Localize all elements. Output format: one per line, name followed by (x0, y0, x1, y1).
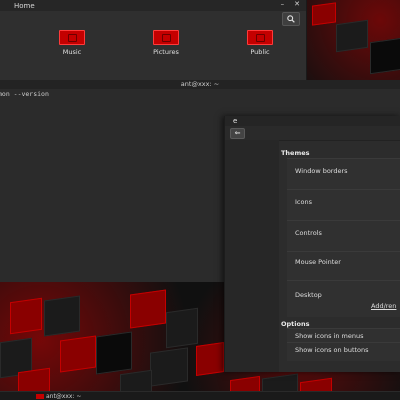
file-manager-window: Home – ✕ Music Pictures Public (0, 0, 307, 80)
terminal-titlebar[interactable]: ant@xxx: ~ (0, 80, 400, 89)
folder-music[interactable]: Music (47, 30, 97, 56)
public-folder-icon (247, 30, 273, 45)
folder-pictures[interactable]: Pictures (141, 30, 191, 56)
theme-controls[interactable]: Controls (295, 229, 322, 237)
wallpaper-cube (10, 297, 42, 335)
pictures-folder-icon (153, 30, 179, 45)
wallpaper-cube (60, 335, 96, 373)
divider (287, 342, 400, 343)
wallpaper-cube (370, 37, 400, 75)
file-manager-toolbar (0, 11, 306, 27)
file-manager-titlebar[interactable]: Home – ✕ (0, 0, 306, 11)
terminal-command-line[interactable]: mon --version (0, 89, 400, 98)
folder-label: Music (62, 48, 82, 56)
theme-window-borders[interactable]: Window borders (295, 167, 348, 175)
close-button[interactable]: ✕ (294, 0, 300, 8)
appearance-titlebar[interactable]: e (225, 116, 400, 126)
theme-mouse-pointer[interactable]: Mouse Pointer (295, 258, 341, 266)
add-remove-link[interactable]: Add/ren (371, 302, 396, 310)
option-icons-on-buttons[interactable]: Show icons on buttons (295, 346, 369, 354)
divider (287, 220, 400, 221)
divider (287, 280, 400, 281)
taskbar-terminal-item[interactable]: ant@xxx: ~ (36, 392, 81, 400)
search-icon (287, 15, 295, 23)
taskbar: ant@xxx: ~ (0, 391, 400, 400)
divider (287, 251, 400, 252)
wallpaper-cube (312, 2, 336, 26)
folder-public[interactable]: Public (235, 30, 285, 56)
wallpaper-cube (336, 19, 368, 53)
taskbar-item-label: ant@xxx: ~ (46, 392, 82, 400)
music-folder-icon (59, 30, 85, 45)
option-icons-in-menus[interactable]: Show icons in menus (295, 332, 363, 340)
appearance-sidebar (225, 140, 279, 372)
wallpaper-cube (166, 307, 198, 349)
theme-icons[interactable]: Icons (295, 198, 312, 206)
folder-label: Public (250, 48, 270, 56)
file-manager-title: Home (14, 1, 35, 10)
minimize-button[interactable]: – (281, 0, 285, 8)
terminal-icon (36, 393, 44, 399)
folder-label: Pictures (153, 48, 179, 56)
themes-heading: Themes (281, 149, 310, 157)
search-button[interactable] (282, 12, 300, 26)
wallpaper-cube (150, 347, 188, 387)
appearance-header: ⇐ (225, 126, 400, 141)
back-button[interactable]: ⇐ (230, 127, 245, 139)
appearance-window: e ⇐ Themes Window borders Icons Controls… (224, 116, 400, 372)
wallpaper-cube (196, 342, 224, 376)
wallpaper-cube (96, 331, 132, 375)
options-heading: Options (281, 320, 310, 328)
theme-desktop[interactable]: Desktop (295, 291, 322, 299)
wallpaper-cube (130, 289, 166, 329)
wallpaper-cube (44, 295, 80, 337)
divider (287, 189, 400, 190)
